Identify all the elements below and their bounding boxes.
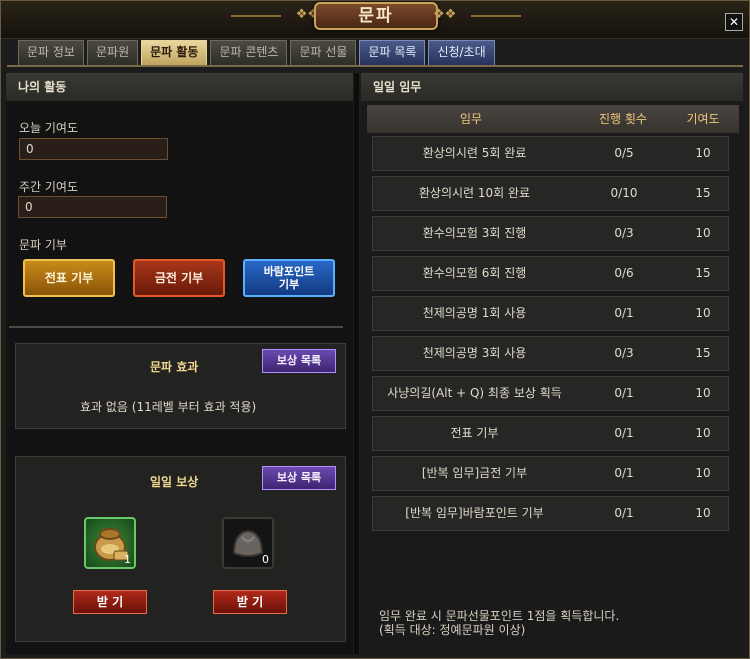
tab-guild-list[interactable]: 문파 목록: [359, 40, 426, 65]
mission-row: 환수의모험 6회 진행 0/6 15: [372, 256, 729, 291]
tab-guild-members[interactable]: 문파원: [86, 40, 139, 65]
missions-table-header: 임무 진행 횟수 기여도: [367, 105, 739, 133]
mission-row: 천제의공명 1회 사용 0/1 10: [372, 296, 729, 331]
mission-points: 10: [695, 146, 711, 160]
mission-note-line1: 임무 완료 시 문파선물포인트 1점을 획득합니다.: [379, 609, 620, 623]
mission-points: 10: [695, 506, 711, 520]
mission-name: 환상의시련 5회 완료: [422, 146, 527, 160]
guild-window: ❖❖ 문파 ❖❖ ✕ 문파 정보 문파원 문파 활동 문파 콘텐츠 문파 선물 …: [0, 0, 750, 659]
ornament-right-icon: ❖❖: [433, 7, 457, 22]
column-divider: [354, 73, 359, 654]
mission-name: 환상의시련 10회 완료: [418, 186, 531, 200]
tab-underline: [7, 65, 743, 67]
mission-points: 10: [695, 226, 711, 240]
col-mission: 임무: [459, 112, 483, 126]
close-button[interactable]: ✕: [725, 13, 743, 31]
daily-reward-list-button[interactable]: 보상 목록: [262, 466, 336, 490]
voucher-donate-button[interactable]: 전표 기부: [23, 259, 115, 297]
mission-row: 전표 기부 0/1 10: [372, 416, 729, 451]
tab-bar: 문파 정보 문파원 문파 활동 문파 콘텐츠 문파 선물 문파 목록 신청/초대: [18, 40, 495, 66]
tab-guild-activity[interactable]: 문파 활동: [141, 40, 208, 65]
close-icon: ✕: [728, 15, 740, 29]
weekly-contribution-field: 0: [18, 196, 167, 218]
mission-name: 사냥의길(Alt + Q) 최종 보상 획득: [387, 386, 562, 400]
mission-name: 환수의모험 3회 진행: [422, 226, 527, 240]
mission-row: [반복 임무]금전 기부 0/1 10: [372, 456, 729, 491]
col-points: 기여도: [686, 112, 720, 126]
wind-point-donate-label-line2: 기부: [278, 278, 300, 291]
left-separator: [9, 326, 343, 328]
gold-donate-button[interactable]: 금전 기부: [133, 259, 225, 297]
daily-reward-slot-2-count: 0: [262, 553, 269, 566]
tab-guild-info[interactable]: 문파 정보: [18, 40, 84, 65]
mission-name: [반복 임무]바람포인트 기부: [405, 506, 544, 520]
mission-name: 환수의모험 6회 진행: [422, 266, 527, 280]
mission-points: 15: [695, 186, 711, 200]
mission-points: 10: [695, 306, 711, 320]
mission-progress: 0/3: [614, 226, 634, 240]
mission-points: 15: [695, 346, 711, 360]
gold-donate-label: 금전 기부: [154, 270, 204, 285]
mission-progress: 0/10: [610, 186, 638, 200]
mission-name: 천제의공명 1회 사용: [422, 306, 527, 320]
tab-guild-gift[interactable]: 문파 선물: [290, 40, 357, 65]
receive-button-2[interactable]: 받 기: [213, 590, 287, 614]
guild-effect-title: 문파 효과: [150, 360, 199, 374]
guild-effect-text: 효과 없음 (11레벨 부터 효과 적용): [80, 400, 257, 414]
mission-progress: 0/1: [614, 306, 634, 320]
daily-reward-slot-2[interactable]: 0: [222, 517, 274, 569]
daily-reward-slot-1[interactable]: 1: [84, 517, 136, 569]
voucher-donate-label: 전표 기부: [44, 270, 94, 285]
mission-row: 환상의시련 5회 완료 0/5 10: [372, 136, 729, 171]
title-bar: ❖❖ 문파 ❖❖: [1, 1, 749, 39]
mission-name: 천제의공명 3회 사용: [422, 346, 527, 360]
mission-note: 임무 완료 시 문파선물포인트 1점을 획득합니다. (획득 대상: 정예문파원…: [379, 609, 619, 637]
mission-points: 10: [695, 386, 711, 400]
mission-row: 환상의시련 10회 완료 0/10 15: [372, 176, 729, 211]
mission-progress: 0/3: [614, 346, 634, 360]
daily-reward-slot-1-count: 1: [124, 553, 131, 566]
effect-reward-list-button[interactable]: 보상 목록: [262, 349, 336, 373]
ornament-left-icon: ❖❖: [295, 7, 319, 22]
mission-note-line2: (획득 대상: 정예문파원 이상): [379, 623, 526, 637]
col-progress: 진행 횟수: [599, 112, 647, 126]
mission-progress: 0/1: [614, 386, 634, 400]
tab-apply-invite[interactable]: 신청/초대: [428, 40, 495, 65]
mission-row: 천제의공명 3회 사용 0/3 15: [372, 336, 729, 371]
mission-points: 10: [695, 466, 711, 480]
weekly-contribution-label: 주간 기여도: [19, 180, 79, 194]
daily-reward-title: 일일 보상: [150, 475, 199, 489]
today-contribution-label: 오늘 기여도: [19, 121, 79, 135]
mission-row: 환수의모험 3회 진행 0/3 10: [372, 216, 729, 251]
receive-button-1[interactable]: 받 기: [73, 590, 147, 614]
window-title: 문파: [314, 2, 438, 30]
today-contribution-field: 0: [19, 138, 168, 160]
my-activity-header: 나의 활동: [6, 73, 353, 101]
mission-progress: 0/1: [614, 426, 634, 440]
mission-name: 전표 기부: [450, 426, 499, 440]
mission-name: [반복 임무]금전 기부: [421, 466, 528, 480]
mission-progress: 0/1: [614, 506, 634, 520]
guild-donate-label: 문파 기부: [19, 238, 67, 252]
tab-guild-content[interactable]: 문파 콘텐츠: [210, 40, 288, 65]
mission-points: 10: [695, 426, 711, 440]
mission-row: [반복 임무]바람포인트 기부 0/1 10: [372, 496, 729, 531]
mission-row: 사냥의길(Alt + Q) 최종 보상 획득 0/1 10: [372, 376, 729, 411]
mission-progress: 0/6: [614, 266, 634, 280]
mission-points: 15: [695, 266, 711, 280]
wind-point-donate-label-line1: 바람포인트: [263, 265, 315, 278]
mission-progress: 0/5: [614, 146, 634, 160]
mission-progress: 0/1: [614, 466, 634, 480]
wind-point-donate-button[interactable]: 바람포인트 기부: [243, 259, 335, 297]
daily-missions-header: 일일 임무: [361, 73, 743, 101]
